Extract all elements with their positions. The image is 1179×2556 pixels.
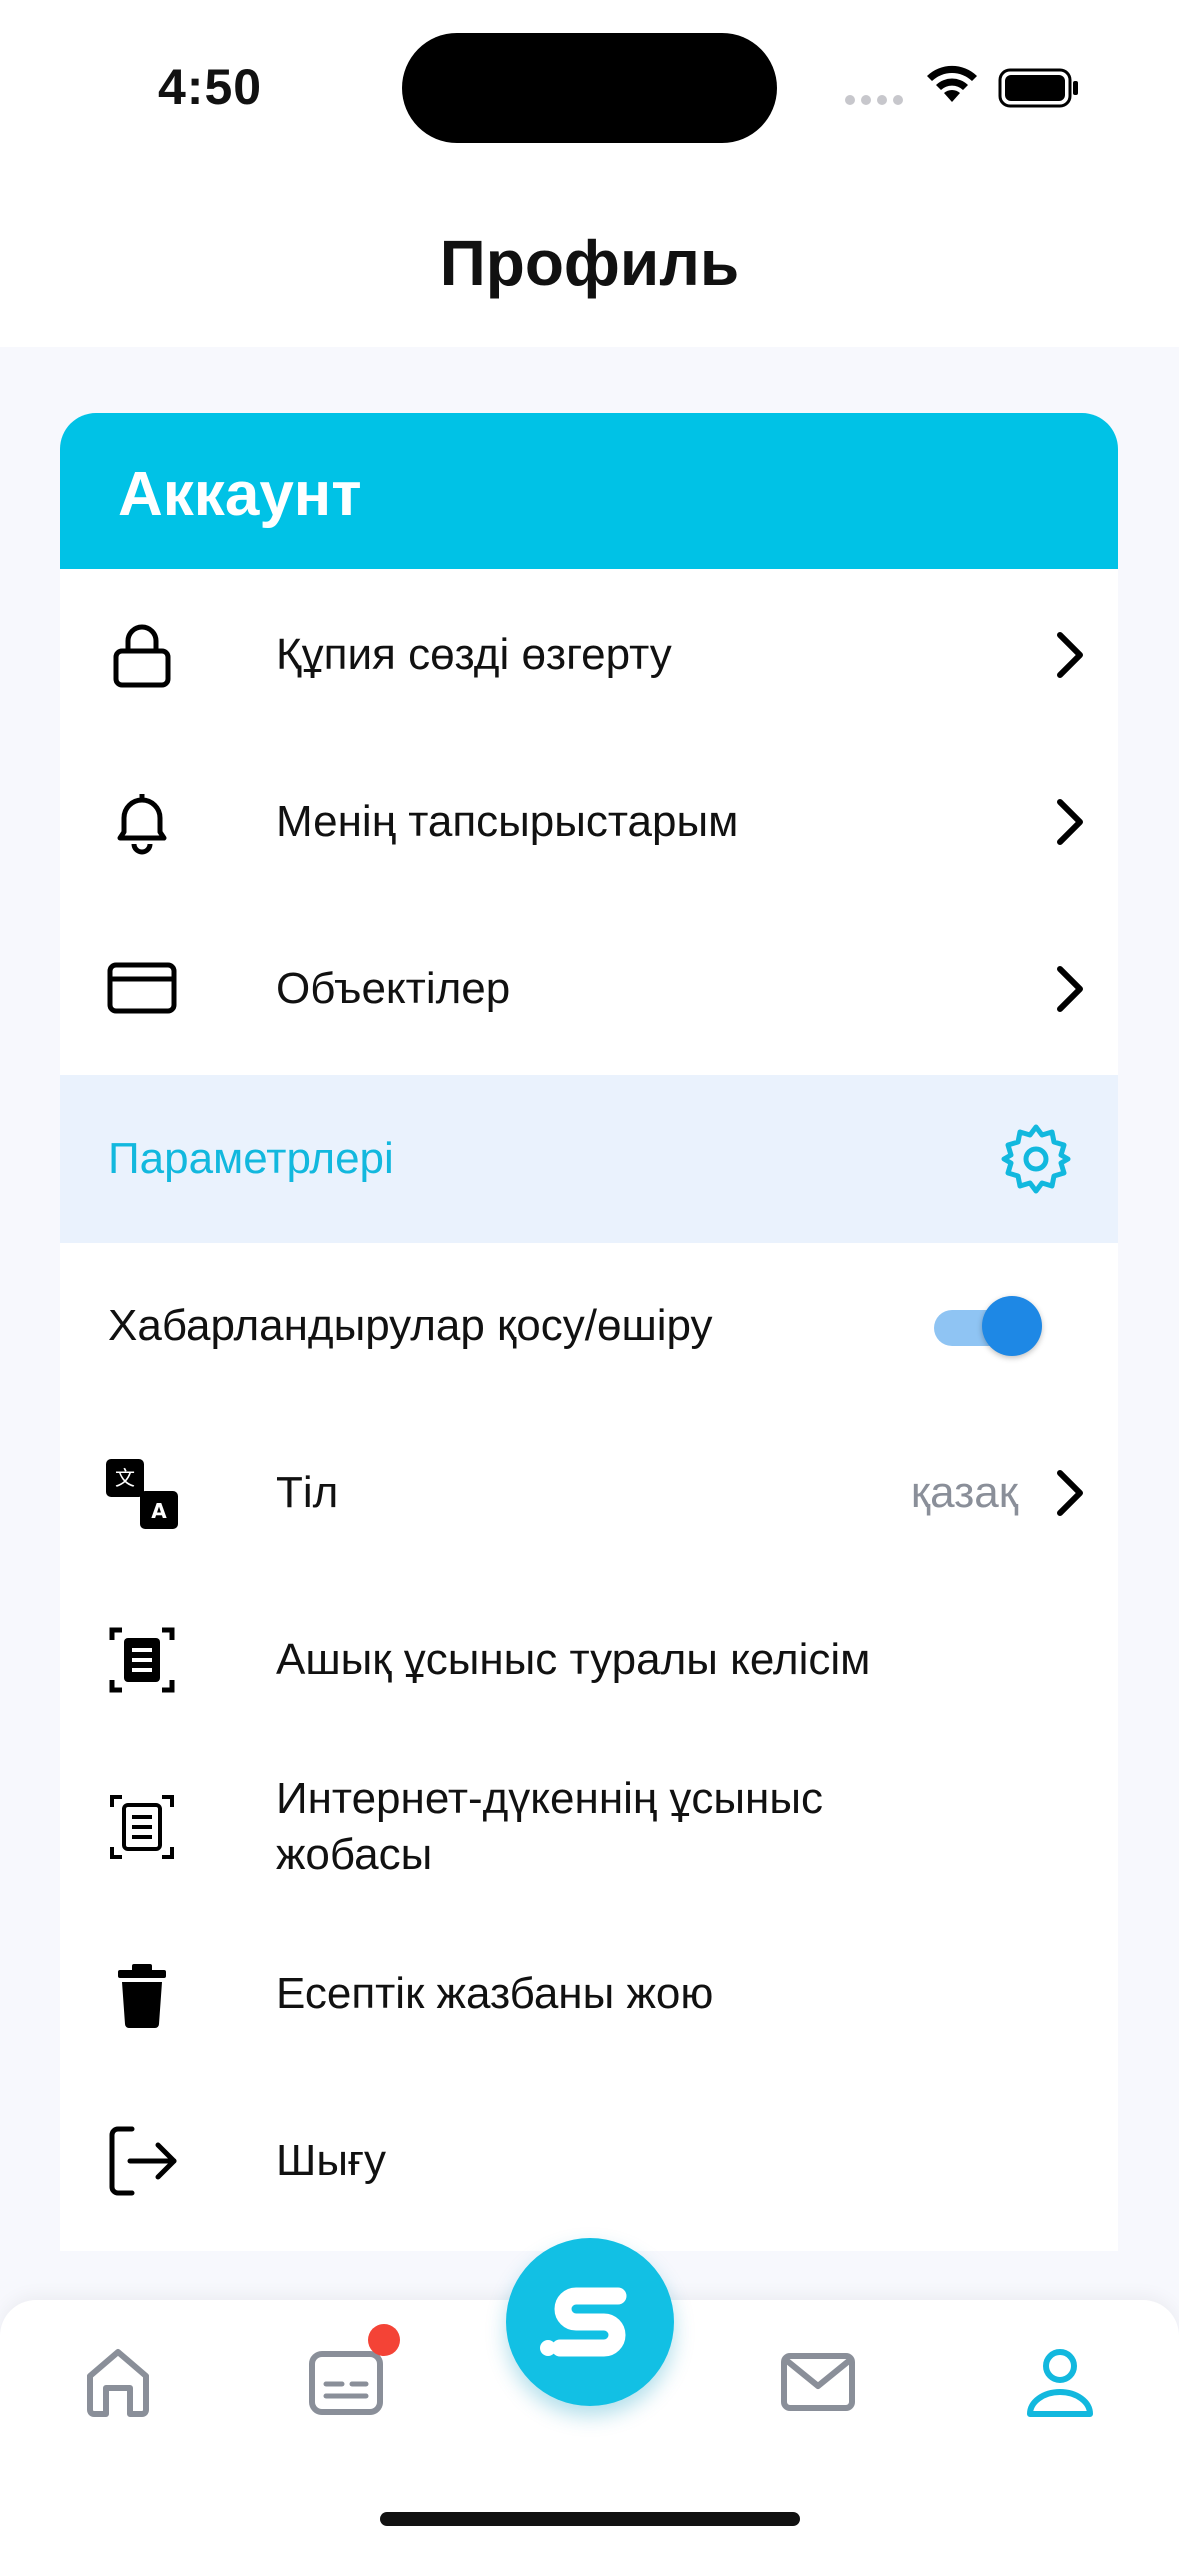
language-label: Тіл (276, 1468, 339, 1517)
page-title: Профиль (439, 227, 740, 299)
profile-icon[interactable] (1018, 2340, 1102, 2424)
store-offer-row[interactable]: Интернет-дүкеннің ұсыныс жобасы (60, 1744, 1118, 1910)
settings-title: Параметрлері (108, 1134, 394, 1183)
lock-icon (113, 624, 171, 688)
account-title: Аккаунт (118, 460, 362, 529)
objects-label: Объектілер (276, 964, 511, 1013)
trash-icon (118, 1964, 166, 2028)
change-password-label: Құпия сөзді өзгерту (276, 630, 672, 679)
change-password-row[interactable]: Құпия сөзді өзгерту (60, 572, 1118, 738)
delete-account-label: Есептік жазбаны жою (276, 1969, 714, 2018)
translate-icon: 文 A (106, 1459, 178, 1529)
delete-account-row[interactable]: Есептік жазбаны жою (60, 1911, 1118, 2077)
profile-card: Аккаунт Құпия сөзді өзгерту Менің тапсыр… (60, 413, 1118, 2251)
document-icon (109, 1627, 175, 1693)
logo-icon (540, 2287, 627, 2357)
account-header: Аккаунт (60, 413, 1118, 569)
card-icon (107, 962, 177, 1014)
store-offer-label: Интернет-дүкеннің ұсыныс жобасы (276, 1774, 823, 1879)
chevron-right-icon (1057, 1470, 1083, 1516)
status-time: 4:50 (158, 59, 263, 115)
notification-badge (368, 2324, 400, 2356)
objects-row[interactable]: Объектілер (60, 906, 1118, 1072)
chevron-right-icon (1057, 966, 1083, 1012)
notifications-toggle[interactable] (934, 1296, 1044, 1356)
status-bar: 4:50 (0, 0, 1179, 175)
home-indicator (380, 2512, 800, 2526)
public-offer-label: Ашық ұсыныс туралы келісім (276, 1635, 871, 1684)
home-icon[interactable] (76, 2340, 160, 2424)
signal-icon (845, 92, 909, 110)
language-value: қазақ (910, 1468, 1018, 1517)
my-orders-row[interactable]: Менің тапсырыстарым (60, 739, 1118, 905)
chevron-right-icon (1057, 799, 1083, 845)
public-offer-row[interactable]: Ашық ұсыныс туралы келісім (60, 1577, 1118, 1743)
toggle-knob (982, 1296, 1042, 1356)
wifi-icon (927, 65, 977, 102)
svg-text:文: 文 (115, 1466, 135, 1490)
logout-icon (109, 2126, 177, 2196)
chevron-right-icon (1057, 632, 1083, 678)
logout-label: Шығу (276, 2136, 386, 2185)
battery-icon (998, 68, 1078, 108)
settings-section-header: Параметрлері (60, 1075, 1118, 1243)
dynamic-island (402, 33, 777, 143)
notifications-row: Хабарландырулар қосу/өшіру (60, 1243, 1118, 1409)
mail-icon[interactable] (776, 2340, 860, 2424)
my-orders-label: Менің тапсырыстарым (276, 797, 739, 846)
notifications-label: Хабарландырулар қосу/өшіру (108, 1301, 713, 1350)
document-icon (110, 1795, 174, 1859)
logo-button[interactable] (506, 2238, 674, 2406)
logout-row[interactable]: Шығу (60, 2078, 1118, 2244)
svg-text:A: A (151, 1499, 167, 1523)
bell-icon (117, 794, 167, 855)
language-row[interactable]: 文 A Тіл қазақ (60, 1410, 1118, 1576)
gear-icon[interactable] (998, 1121, 1074, 1197)
